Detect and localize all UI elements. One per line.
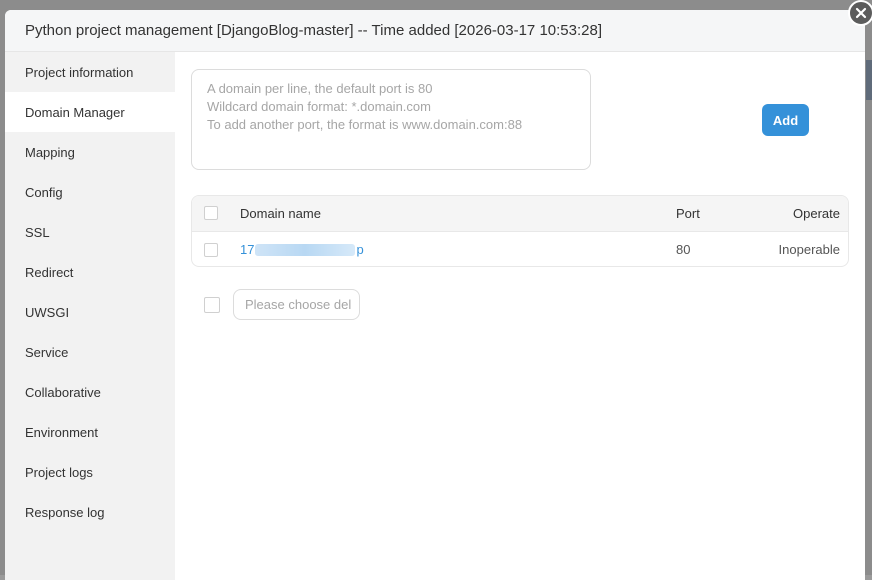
- domain-manager-panel: Add Domain name Port Operate 17 p 80 Ino…: [175, 52, 865, 580]
- sidebar-item-config[interactable]: Config: [5, 172, 175, 212]
- table-header-row: Domain name Port Operate: [192, 196, 848, 232]
- sidebar-item-label: UWSGI: [25, 304, 70, 320]
- sidebar-item-environment[interactable]: Environment: [5, 412, 175, 452]
- modal-title: Python project management [DjangoBlog-ma…: [25, 22, 603, 39]
- sidebar-item-service[interactable]: Service: [5, 332, 175, 372]
- sidebar-item-label: Domain Manager: [25, 104, 125, 120]
- batch-action-select[interactable]: Please choose del: [233, 289, 360, 320]
- modal-sidebar: Project information Domain Manager Mappi…: [5, 52, 175, 580]
- sidebar-item-label: Collaborative: [25, 384, 101, 400]
- column-header-port: Port: [676, 206, 700, 221]
- sidebar-item-label: Config: [25, 184, 63, 200]
- sidebar-item-label: SSL: [25, 224, 50, 240]
- column-header-domain: Domain name: [240, 206, 321, 221]
- domain-text-suffix: p: [356, 242, 364, 257]
- column-header-operate: Operate: [793, 206, 840, 221]
- sidebar-item-project-logs[interactable]: Project logs: [5, 452, 175, 492]
- sidebar-item-label: Environment: [25, 424, 98, 440]
- sidebar-item-domain-manager[interactable]: Domain Manager: [5, 92, 175, 132]
- domain-table: Domain name Port Operate 17 p 80 Inopera…: [191, 195, 849, 267]
- sidebar-item-label: Project information: [25, 64, 134, 80]
- domain-input[interactable]: [191, 69, 591, 170]
- close-icon: [855, 7, 867, 19]
- batch-action-placeholder: Please choose del: [245, 297, 352, 312]
- table-row: 17 p 80 Inoperable: [192, 232, 848, 266]
- sidebar-item-response-log[interactable]: Response log: [5, 492, 175, 532]
- domain-link[interactable]: 17 p: [240, 232, 364, 266]
- sidebar-item-collaborative[interactable]: Collaborative: [5, 372, 175, 412]
- sidebar-item-project-information[interactable]: Project information: [5, 52, 175, 92]
- sidebar-item-label: Response log: [25, 504, 105, 520]
- background-window-edge: [866, 60, 872, 100]
- sidebar-item-label: Mapping: [25, 144, 75, 160]
- project-management-modal: Python project management [DjangoBlog-ma…: [5, 10, 865, 580]
- port-cell: 80: [676, 242, 691, 257]
- modal-header: Python project management [DjangoBlog-ma…: [5, 10, 865, 52]
- sidebar-item-ssl[interactable]: SSL: [5, 212, 175, 252]
- select-all-checkbox[interactable]: [204, 206, 218, 220]
- row-checkbox[interactable]: [204, 243, 218, 257]
- sidebar-item-label: Project logs: [25, 464, 93, 480]
- domain-text-prefix: 17: [240, 242, 255, 257]
- operate-cell: Inoperable: [778, 242, 840, 257]
- close-modal-button[interactable]: [848, 0, 872, 26]
- sidebar-item-mapping[interactable]: Mapping: [5, 132, 175, 172]
- sidebar-item-redirect[interactable]: Redirect: [5, 252, 175, 292]
- redacted-domain-mask: [255, 243, 356, 256]
- batch-select-checkbox[interactable]: [204, 297, 220, 313]
- sidebar-item-label: Redirect: [25, 264, 74, 280]
- sidebar-item-uwsgi[interactable]: UWSGI: [5, 292, 175, 332]
- sidebar-item-label: Service: [25, 344, 69, 360]
- add-domain-button[interactable]: Add: [762, 104, 809, 136]
